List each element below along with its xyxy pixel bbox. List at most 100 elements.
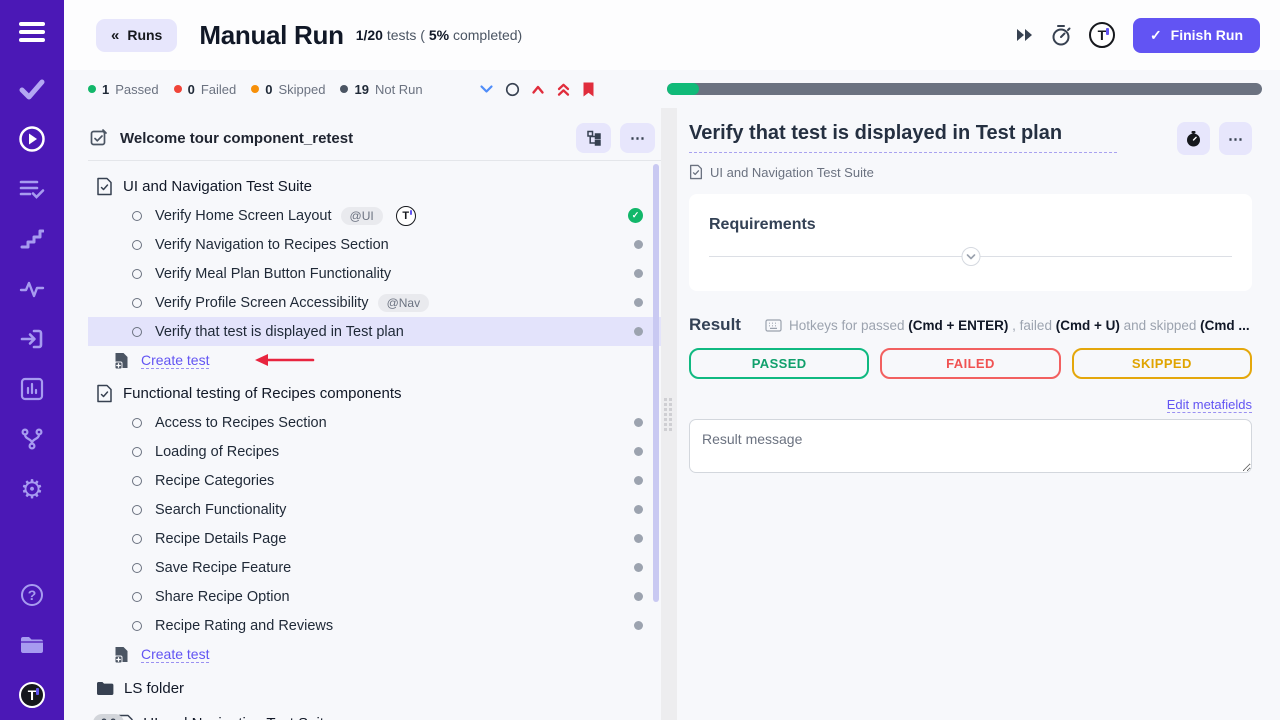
branches-icon[interactable] <box>0 414 64 464</box>
status-notrun-icon <box>634 418 643 427</box>
test-circle-icon <box>132 211 142 221</box>
tree-view-button[interactable] <box>576 123 611 153</box>
tree-body: UI and Navigation Test Suite Verify Home… <box>88 161 661 720</box>
suite-label: UI and Navigation Test Suite <box>143 715 332 720</box>
test-circle-icon <box>132 476 142 486</box>
failed-button[interactable]: FAILED <box>880 348 1060 379</box>
fast-forward-icon[interactable] <box>1015 27 1033 43</box>
check-icon: ✓ <box>1150 27 1162 44</box>
verdict-buttons: PASSED FAILED SKIPPED <box>689 348 1252 379</box>
breadcrumb[interactable]: UI and Navigation Test Suite <box>689 164 1252 180</box>
test-row[interactable]: Recipe Rating and Reviews <box>88 611 661 640</box>
test-row[interactable]: Search Functionality <box>88 495 661 524</box>
status-notrun-icon <box>634 592 643 601</box>
skipped-count: 0Skipped <box>251 82 325 97</box>
test-row[interactable]: Recipe Details Page <box>88 524 661 553</box>
content-split: Welcome tour component_retest ⋯ UI and N… <box>64 108 1280 720</box>
test-plans-icon[interactable] <box>0 164 64 214</box>
suite-row-partial[interactable]: 0.0 UI and Navigation Test Suite <box>88 706 661 720</box>
status-passed-icon: ✓ <box>628 208 643 223</box>
double-caret-up-icon[interactable] <box>554 80 573 99</box>
test-row[interactable]: Verify Profile Screen Accessibility @Nav <box>88 288 661 317</box>
test-row-selected[interactable]: Verify that test is displayed in Test pl… <box>88 317 661 346</box>
keyboard-icon <box>765 319 782 332</box>
panel-splitter[interactable] <box>661 108 677 720</box>
tree-header-buttons: ⋯ <box>576 123 655 153</box>
topbar-actions: T ✓ Finish Run <box>1015 18 1260 53</box>
requirements-divider <box>709 256 1232 257</box>
reports-chart-icon[interactable] <box>0 364 64 414</box>
create-test-link[interactable]: Create test <box>141 646 209 663</box>
tasks-check-icon[interactable] <box>0 64 64 114</box>
import-icon[interactable] <box>0 314 64 364</box>
projects-folder-icon[interactable] <box>0 620 64 670</box>
status-notrun-icon <box>634 476 643 485</box>
status-notrun-icon <box>634 447 643 456</box>
result-header: Result Hotkeys for passed (Cmd + ENTER) … <box>689 315 1252 335</box>
tree-scrollbar[interactable] <box>653 164 659 602</box>
bookmark-icon[interactable] <box>580 80 597 99</box>
folder-label: LS folder <box>124 680 184 697</box>
menu-icon[interactable] <box>0 0 64 64</box>
runs-play-icon[interactable] <box>0 114 64 164</box>
annotation-arrow <box>253 353 315 367</box>
test-row[interactable]: Share Recipe Option <box>88 582 661 611</box>
help-icon[interactable]: ? <box>0 570 64 620</box>
splitter-grip-icon <box>664 398 674 431</box>
chevrons-left-icon: « <box>111 27 119 44</box>
test-circle-icon <box>132 418 142 428</box>
main-area: « Runs Manual Run 1/20 tests ( 5% comple… <box>64 0 1280 720</box>
test-circle-icon <box>132 447 142 457</box>
tree-more-button[interactable]: ⋯ <box>620 123 655 153</box>
statusbar: 1Passed 0Failed 0Skipped 19Not Run <box>64 70 1280 108</box>
suite-file-icon <box>96 384 113 403</box>
test-row[interactable]: Verify Meal Plan Button Functionality <box>88 259 661 288</box>
circle-icon[interactable] <box>503 80 522 99</box>
passed-count: 1Passed <box>88 82 159 97</box>
expand-requirements-button[interactable] <box>961 247 980 266</box>
status-notrun-icon <box>634 240 643 249</box>
test-tag-badge: @UI <box>341 207 383 225</box>
test-row[interactable]: Save Recipe Feature <box>88 553 661 582</box>
suite-row[interactable]: UI and Navigation Test Suite <box>88 171 661 201</box>
requirements-card: Requirements <box>689 194 1252 291</box>
workspace-logo[interactable]: T <box>1089 22 1115 48</box>
caret-up-icon[interactable] <box>529 82 547 97</box>
status-notrun-icon <box>634 621 643 630</box>
passed-button[interactable]: PASSED <box>689 348 869 379</box>
create-test-link[interactable]: Create test <box>141 352 209 369</box>
test-row[interactable]: Verify Navigation to Recipes Section <box>88 230 661 259</box>
status-counts: 1Passed 0Failed 0Skipped 19Not Run <box>88 82 423 97</box>
failed-count: 0Failed <box>174 82 237 97</box>
detail-more-button[interactable]: ⋯ <box>1219 122 1252 155</box>
requirements-title: Requirements <box>709 216 1232 234</box>
test-circle-icon <box>132 327 142 337</box>
test-row[interactable]: Recipe Categories <box>88 466 661 495</box>
timer-icon[interactable] <box>1051 24 1071 46</box>
skipped-button[interactable]: SKIPPED <box>1072 348 1252 379</box>
settings-gear-icon[interactable]: ⚙ <box>0 464 64 514</box>
testomat-logo[interactable]: T <box>0 670 64 720</box>
test-row[interactable]: Access to Recipes Section <box>88 408 661 437</box>
test-circle-icon <box>132 298 142 308</box>
folder-row[interactable]: LS folder <box>88 672 661 704</box>
suite-file-icon <box>689 164 703 180</box>
back-to-runs-label: Runs <box>127 27 162 43</box>
analytics-pulse-icon[interactable] <box>0 264 64 314</box>
test-title[interactable]: Verify that test is displayed in Test pl… <box>689 122 1117 153</box>
finish-run-button[interactable]: ✓ Finish Run <box>1133 18 1260 53</box>
test-circle-icon <box>132 563 142 573</box>
steps-icon[interactable] <box>0 214 64 264</box>
chevron-down-icon[interactable] <box>477 81 496 97</box>
suite-row[interactable]: Functional testing of Recipes components <box>88 378 661 408</box>
test-row[interactable]: Verify Home Screen Layout @UI T ✓ <box>88 201 661 230</box>
suite-label: UI and Navigation Test Suite <box>123 178 312 195</box>
stopwatch-button[interactable] <box>1177 122 1210 155</box>
app-root: ⚙ ? T « Runs Manual Run 1/20 tests ( 5% … <box>0 0 1280 720</box>
edit-metafields-link[interactable]: Edit metafields <box>1167 397 1252 413</box>
topbar: « Runs Manual Run 1/20 tests ( 5% comple… <box>64 0 1280 70</box>
back-to-runs-button[interactable]: « Runs <box>96 19 177 52</box>
test-row[interactable]: Loading of Recipes <box>88 437 661 466</box>
result-message-input[interactable] <box>689 419 1252 473</box>
test-circle-icon <box>132 621 142 631</box>
